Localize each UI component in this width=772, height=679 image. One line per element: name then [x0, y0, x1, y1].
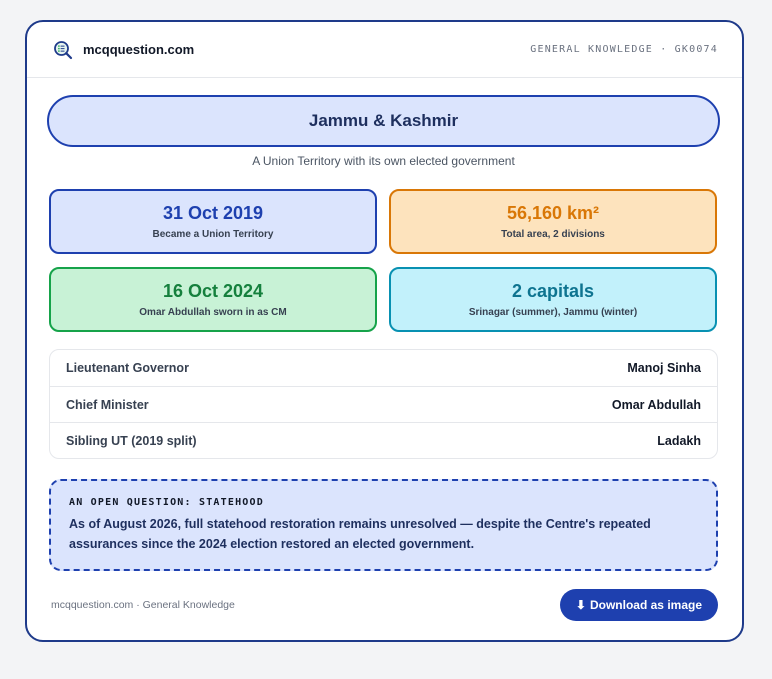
card-header: mcqquestion.com GENERAL KNOWLEDGE · GK00… [27, 22, 742, 78]
row-label: Sibling UT (2019 split) [66, 433, 197, 448]
download-arrow-icon: ⬇ [575, 598, 586, 612]
note-body: As of August 2026, full statehood restor… [69, 517, 651, 551]
stat-label: Omar Abdullah sworn in as CM [139, 307, 287, 318]
magnifier-list-icon [54, 40, 73, 59]
row-label: Chief Minister [66, 397, 149, 412]
page-subtitle: A Union Territory with its own elected g… [252, 154, 515, 168]
row-value: Ladakh [657, 433, 701, 448]
stat-value: 2 capitals [511, 281, 595, 301]
stat-ut-date: 31 Oct 2019 Became a Union Territory [49, 189, 377, 254]
stat-value: 16 Oct 2024 [162, 281, 264, 301]
info-table: Lieutenant Governor Manoj Sinha Chief Mi… [49, 349, 718, 459]
row-value: Manoj Sinha [627, 361, 701, 375]
fact-card: mcqquestion.com GENERAL KNOWLEDGE · GK00… [25, 20, 744, 642]
brand-name: mcqquestion.com [83, 42, 195, 57]
stat-label: Became a Union Territory [152, 229, 274, 240]
page-title-text: Jammu & Kashmir [308, 111, 459, 130]
download-button[interactable]: ⬇ Download as image [559, 589, 718, 621]
row-value: Omar Abdullah [611, 397, 701, 412]
row-label: Lieutenant Governor [66, 361, 189, 375]
footer-credit: mcqquestion.com · General Knowledge [51, 599, 235, 611]
brand[interactable]: mcqquestion.com [53, 40, 194, 60]
stat-capitals: 2 capitals Srinagar (summer), Jammu (win… [389, 267, 717, 332]
stat-label: Total area, 2 divisions [501, 229, 605, 240]
category-code: GENERAL KNOWLEDGE · GK0074 [530, 44, 718, 55]
stat-value: 56,160 km² [506, 203, 600, 223]
card-content: Jammu & Kashmir A Union Territory with i… [27, 78, 742, 571]
download-label: Download as image [589, 598, 702, 612]
stat-label: Srinagar (summer), Jammu (winter) [468, 307, 638, 318]
page-title: Jammu & Kashmir [47, 95, 720, 147]
card-footer: mcqquestion.com · General Knowledge ⬇ Do… [51, 588, 718, 622]
stat-cm-date: 16 Oct 2024 Omar Abdullah sworn in as CM [49, 267, 377, 332]
stat-area: 56,160 km² Total area, 2 divisions [389, 189, 717, 254]
table-row: Sibling UT (2019 split) Ladakh [50, 422, 717, 458]
stats-grid: 31 Oct 2019 Became a Union Territory 56,… [47, 189, 720, 332]
note-heading: AN OPEN QUESTION: STATEHOOD [69, 497, 264, 508]
statehood-note: AN OPEN QUESTION: STATEHOOD As of August… [49, 479, 718, 571]
table-row: Chief Minister Omar Abdullah [50, 386, 717, 422]
table-row: Lieutenant Governor Manoj Sinha [50, 350, 717, 386]
stat-value: 31 Oct 2019 [162, 203, 264, 223]
